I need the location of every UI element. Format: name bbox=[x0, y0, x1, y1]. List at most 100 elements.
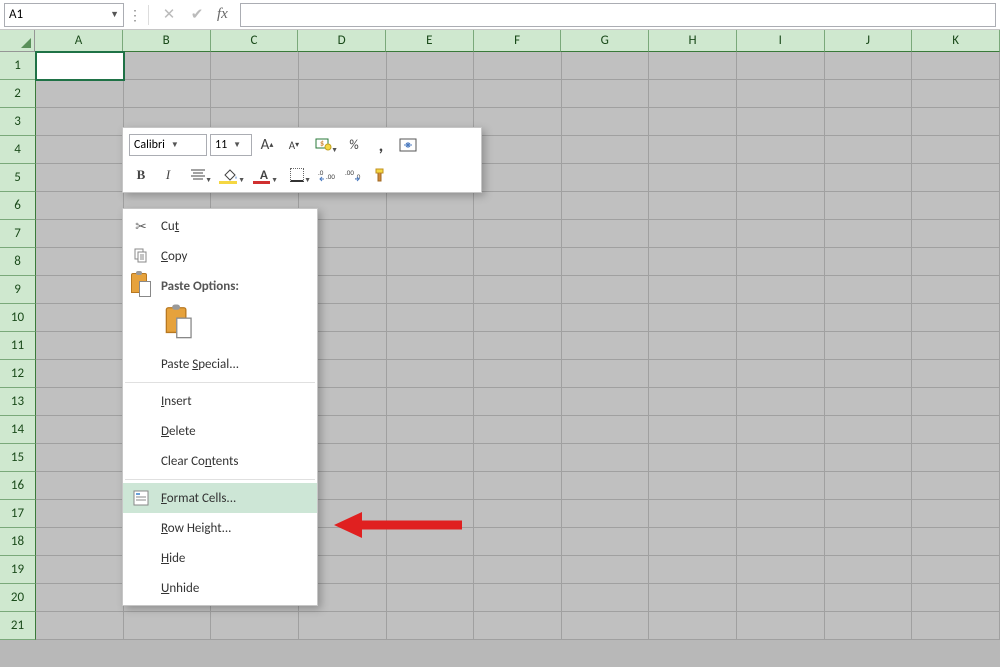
cell[interactable] bbox=[36, 556, 124, 584]
cell[interactable] bbox=[387, 52, 475, 80]
col-header[interactable]: G bbox=[561, 30, 649, 52]
cell[interactable] bbox=[562, 388, 650, 416]
cell[interactable] bbox=[562, 584, 650, 612]
cell[interactable] bbox=[737, 332, 825, 360]
cell[interactable] bbox=[649, 192, 737, 220]
font-color-button[interactable]: A▼ bbox=[249, 164, 279, 186]
cell[interactable] bbox=[649, 388, 737, 416]
row-header[interactable]: 14 bbox=[0, 416, 36, 444]
cell[interactable] bbox=[737, 136, 825, 164]
cell[interactable] bbox=[474, 52, 562, 80]
cell[interactable] bbox=[649, 528, 737, 556]
comma-format-button[interactable]: , bbox=[369, 134, 393, 156]
cell[interactable] bbox=[299, 612, 387, 640]
cell[interactable] bbox=[737, 220, 825, 248]
cell[interactable] bbox=[474, 556, 562, 584]
col-header[interactable]: J bbox=[825, 30, 913, 52]
row-header[interactable]: 21 bbox=[0, 612, 36, 640]
menu-cut[interactable]: ✂ Cut bbox=[123, 211, 317, 241]
cell[interactable] bbox=[474, 584, 562, 612]
cell[interactable] bbox=[36, 248, 124, 276]
cell[interactable] bbox=[562, 556, 650, 584]
row-header[interactable]: 15 bbox=[0, 444, 36, 472]
cell[interactable] bbox=[912, 612, 1000, 640]
menu-row-height[interactable]: Row Height... bbox=[123, 513, 317, 543]
cell[interactable] bbox=[387, 360, 475, 388]
cell[interactable] bbox=[474, 444, 562, 472]
cell[interactable] bbox=[649, 304, 737, 332]
cell[interactable] bbox=[387, 388, 475, 416]
cell[interactable] bbox=[825, 276, 913, 304]
cell[interactable] bbox=[36, 136, 124, 164]
col-header[interactable]: C bbox=[211, 30, 299, 52]
decrease-font-button[interactable]: A▾ bbox=[282, 134, 306, 156]
cell[interactable] bbox=[562, 192, 650, 220]
increase-font-button[interactable]: A▴ bbox=[255, 134, 279, 156]
cell[interactable] bbox=[474, 136, 562, 164]
cell[interactable] bbox=[737, 612, 825, 640]
row-header[interactable]: 7 bbox=[0, 220, 36, 248]
cell[interactable] bbox=[912, 220, 1000, 248]
cell[interactable] bbox=[36, 360, 124, 388]
row-header[interactable]: 13 bbox=[0, 388, 36, 416]
menu-clear-contents[interactable]: Clear Contents bbox=[123, 446, 317, 476]
cell[interactable] bbox=[562, 416, 650, 444]
row-header[interactable]: 17 bbox=[0, 500, 36, 528]
cell[interactable] bbox=[562, 304, 650, 332]
row-header[interactable]: 10 bbox=[0, 304, 36, 332]
cell[interactable] bbox=[912, 52, 1000, 80]
cell[interactable] bbox=[36, 108, 124, 136]
row-header[interactable]: 11 bbox=[0, 332, 36, 360]
font-size-select[interactable]: 11 ▼ bbox=[210, 134, 252, 156]
cell[interactable] bbox=[562, 612, 650, 640]
col-header[interactable]: E bbox=[386, 30, 474, 52]
row-header[interactable]: 12 bbox=[0, 360, 36, 388]
cell[interactable] bbox=[737, 528, 825, 556]
menu-format-cells[interactable]: Format Cells... bbox=[123, 483, 317, 513]
menu-delete[interactable]: Delete bbox=[123, 416, 317, 446]
cell[interactable] bbox=[825, 556, 913, 584]
cell[interactable] bbox=[912, 360, 1000, 388]
cell[interactable] bbox=[737, 108, 825, 136]
cell[interactable] bbox=[737, 192, 825, 220]
cell[interactable] bbox=[474, 248, 562, 276]
cell[interactable] bbox=[562, 248, 650, 276]
cell[interactable] bbox=[825, 584, 913, 612]
cell[interactable] bbox=[737, 248, 825, 276]
cell[interactable] bbox=[737, 416, 825, 444]
col-header[interactable]: K bbox=[912, 30, 1000, 52]
expand-handle-icon[interactable]: ⋮ bbox=[128, 12, 140, 17]
cell[interactable] bbox=[474, 80, 562, 108]
row-header[interactable]: 18 bbox=[0, 528, 36, 556]
cell[interactable] bbox=[912, 388, 1000, 416]
row-header[interactable]: 3 bbox=[0, 108, 36, 136]
accounting-format-button[interactable]: $ ▼ bbox=[309, 134, 339, 156]
cell[interactable] bbox=[649, 52, 737, 80]
cell[interactable] bbox=[36, 500, 124, 528]
cell[interactable] bbox=[649, 80, 737, 108]
col-header[interactable]: H bbox=[649, 30, 737, 52]
cell[interactable] bbox=[36, 164, 124, 192]
borders-button[interactable]: ▼ bbox=[282, 164, 312, 186]
row-header[interactable]: 4 bbox=[0, 136, 36, 164]
cell[interactable] bbox=[649, 220, 737, 248]
cell[interactable] bbox=[562, 500, 650, 528]
cell[interactable] bbox=[912, 584, 1000, 612]
cell[interactable] bbox=[912, 472, 1000, 500]
row-header[interactable]: 9 bbox=[0, 276, 36, 304]
cell[interactable] bbox=[912, 80, 1000, 108]
cell[interactable] bbox=[737, 500, 825, 528]
cell[interactable] bbox=[737, 80, 825, 108]
cell[interactable] bbox=[825, 220, 913, 248]
menu-copy[interactable]: Copy bbox=[123, 241, 317, 271]
cell[interactable] bbox=[649, 108, 737, 136]
percent-format-button[interactable]: % bbox=[342, 134, 366, 156]
col-header[interactable]: D bbox=[298, 30, 386, 52]
cell[interactable] bbox=[387, 472, 475, 500]
cell[interactable] bbox=[737, 52, 825, 80]
cell[interactable] bbox=[36, 388, 124, 416]
cell[interactable] bbox=[912, 108, 1000, 136]
cell[interactable] bbox=[825, 164, 913, 192]
cell[interactable] bbox=[825, 444, 913, 472]
cell[interactable] bbox=[649, 248, 737, 276]
